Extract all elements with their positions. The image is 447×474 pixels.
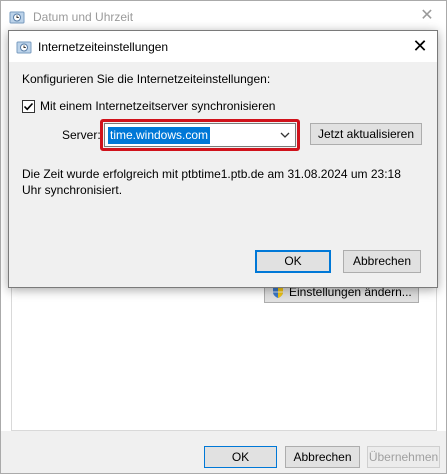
update-now-button[interactable]: Jetzt aktualisieren	[310, 123, 422, 145]
dialog-cancel-button[interactable]: Abbrechen	[343, 250, 421, 273]
parent-ok-button[interactable]: OK	[204, 446, 277, 468]
dialog-close-icon[interactable]: ✕	[409, 35, 431, 57]
checkmark-icon	[23, 102, 34, 110]
parent-window-title: Datum und Uhrzeit	[33, 10, 134, 24]
clock-globe-icon	[16, 41, 32, 54]
intro-text: Konfigurieren Sie die Internetzeiteinste…	[22, 72, 271, 86]
dialog-title: Internetzeiteinstellungen	[38, 40, 169, 54]
dialog-ok-button[interactable]: OK	[255, 250, 331, 273]
server-highlight-frame: time.windows.com	[100, 119, 300, 151]
parent-apply-button[interactable]: Übernehmen	[367, 446, 440, 468]
internet-time-dialog: Internetzeiteinstellungen ✕ Konfiguriere…	[8, 30, 438, 288]
sync-checkbox-row[interactable]: Mit einem Internetzeitserver synchronisi…	[22, 99, 275, 113]
server-input-value[interactable]: time.windows.com	[108, 127, 211, 144]
sync-checkbox-label[interactable]: Mit einem Internetzeitserver synchronisi…	[40, 99, 275, 113]
chevron-down-icon[interactable]	[279, 129, 291, 141]
server-label: Server:	[62, 128, 101, 142]
sync-status-text: Die Zeit wurde erfolgreich mit ptbtime1.…	[22, 167, 401, 197]
server-combobox[interactable]: time.windows.com	[104, 123, 296, 147]
parent-close-icon[interactable]: ✕	[418, 7, 436, 25]
dialog-titlebar[interactable]: Internetzeiteinstellungen ✕	[9, 31, 437, 62]
parent-cancel-button[interactable]: Abbrechen	[285, 446, 360, 468]
clock-globe-icon	[9, 11, 25, 24]
parent-titlebar[interactable]: Datum und Uhrzeit ✕	[1, 1, 446, 33]
sync-checkbox[interactable]	[22, 99, 35, 113]
